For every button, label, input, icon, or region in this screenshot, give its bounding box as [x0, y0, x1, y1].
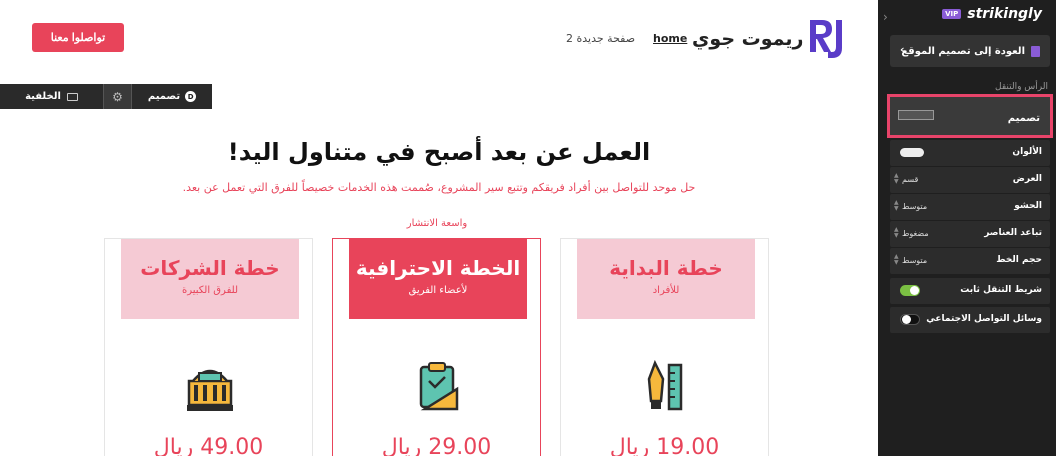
updown-icon: ▲ ▼ [894, 172, 899, 185]
padding-value: متوسط [902, 202, 928, 211]
section-toolbar: الخلفية ⚙ تصميم D [0, 84, 212, 109]
plan-header: خطة البداية للأفراد [577, 239, 755, 319]
updown-icon: ▲ ▼ [894, 199, 899, 212]
padding-select[interactable]: ▲ ▼ متوسط الحشو [890, 194, 1050, 220]
spacing-value: مضغوط [902, 229, 929, 238]
width-value: قسم [902, 175, 919, 184]
background-button[interactable]: الخلفية [0, 84, 104, 109]
width-select[interactable]: ▲ ▼ قسم العرض [890, 167, 1050, 193]
site-logo[interactable] [806, 14, 848, 60]
nav-link-home[interactable]: home [653, 32, 687, 45]
fixed-nav-label: شريط التنقل ثابت [960, 285, 1042, 295]
vip-badge: VIP [942, 9, 962, 19]
settings-button[interactable]: ⚙ [104, 84, 132, 109]
plan-price: 29.00 ريال [381, 435, 492, 456]
social-toggle[interactable] [900, 314, 920, 325]
collapse-sidebar-icon[interactable]: › [883, 10, 888, 24]
colors-label: الألوان [1012, 147, 1042, 157]
site-name[interactable]: ريموت جوي [692, 28, 803, 50]
width-label: العرض [1012, 174, 1042, 184]
colors-row[interactable]: الألوان [890, 140, 1050, 166]
building-icon [187, 369, 233, 411]
font-size-select[interactable]: ▲ ▼ متوسط حجم الخط [890, 248, 1050, 274]
brand-logo: strikingly [967, 6, 1042, 22]
padding-label: الحشو [1014, 201, 1042, 211]
updown-icon: ▲ ▼ [894, 226, 899, 239]
plan-card-enterprise[interactable]: خطة الشركات للفرق الكبيرة 49.00 ريال [104, 238, 313, 456]
plan-header: خطة الشركات للفرق الكبيرة [121, 239, 299, 319]
plan-title: الخطة الاحترافية [355, 256, 521, 280]
plan-subtitle: لأعضاء الفريق [408, 285, 468, 296]
design-badge: D [185, 91, 197, 102]
font-size-value: متوسط [902, 256, 928, 265]
contact-button[interactable]: تواصلوا معنا [32, 23, 124, 52]
design-label: تصميم [1007, 113, 1040, 124]
social-label: وسائل التواصل الاجتماعي [926, 314, 1042, 324]
back-to-site-design-button[interactable]: ‹ العودة إلى تصميم الموقع [890, 35, 1050, 67]
page-headline[interactable]: العمل عن بعد أصبح في متناول اليد! [0, 138, 878, 166]
clipboard-icon [419, 362, 459, 411]
app-root: تواصلوا معنا ريموت جوي home صفحة جديدة 2… [0, 0, 1056, 456]
plan-card-starter[interactable]: خطة البداية للأفراد 19.00 ريال [560, 238, 769, 456]
page-subheadline[interactable]: حل موحد للتواصل بين أفراد فريقكم وتتبع س… [0, 181, 878, 194]
spacing-label: تباعد العناصر [984, 228, 1042, 238]
design-option[interactable]: تصميم [887, 94, 1053, 138]
image-icon [66, 92, 78, 101]
plan-subtitle: للفرق الكبيرة [181, 285, 238, 296]
plan-price: 19.00 ريال [609, 435, 720, 456]
plan-title: خطة البداية [609, 256, 723, 280]
color-swatch[interactable] [900, 148, 924, 157]
gear-icon: ⚙ [112, 89, 123, 104]
updown-icon: ▲ ▼ [894, 253, 899, 266]
plan-header: الخطة الاحترافية لأعضاء الفريق [349, 239, 527, 319]
section-title: الرأس والتنقل [995, 82, 1048, 92]
font-size-label: حجم الخط [996, 255, 1042, 265]
design-preview-thumbnail [898, 110, 934, 120]
nav-link-new-page[interactable]: صفحة جديدة 2 [566, 32, 635, 45]
site-canvas: تواصلوا معنا ريموت جوي home صفحة جديدة 2… [0, 0, 878, 456]
plan-title: خطة الشركات [140, 256, 280, 280]
page-icon [1031, 45, 1040, 57]
plan-card-pro[interactable]: الخطة الاحترافية لأعضاء الفريق 29.00 ريا… [332, 238, 541, 456]
design-button[interactable]: تصميم D [132, 84, 212, 109]
plan-subtitle: للأفراد [652, 285, 680, 296]
fixed-nav-toggle[interactable] [900, 285, 920, 296]
popular-label[interactable]: واسعة الانتشار [333, 218, 541, 229]
editor-sidebar: › VIP strikingly ‹ العودة إلى تصميم المو… [878, 0, 1056, 456]
fixed-nav-row: شريط التنقل ثابت [890, 278, 1050, 304]
pen-ruler-icon [647, 359, 683, 411]
chevron-left-icon: ‹ [900, 43, 905, 56]
brand: VIP strikingly [942, 6, 1042, 22]
plan-price: 49.00 ريال [153, 435, 264, 456]
social-row: وسائل التواصل الاجتماعي [890, 307, 1050, 333]
spacing-select[interactable]: ▲ ▼ مضغوط تباعد العناصر [890, 221, 1050, 247]
